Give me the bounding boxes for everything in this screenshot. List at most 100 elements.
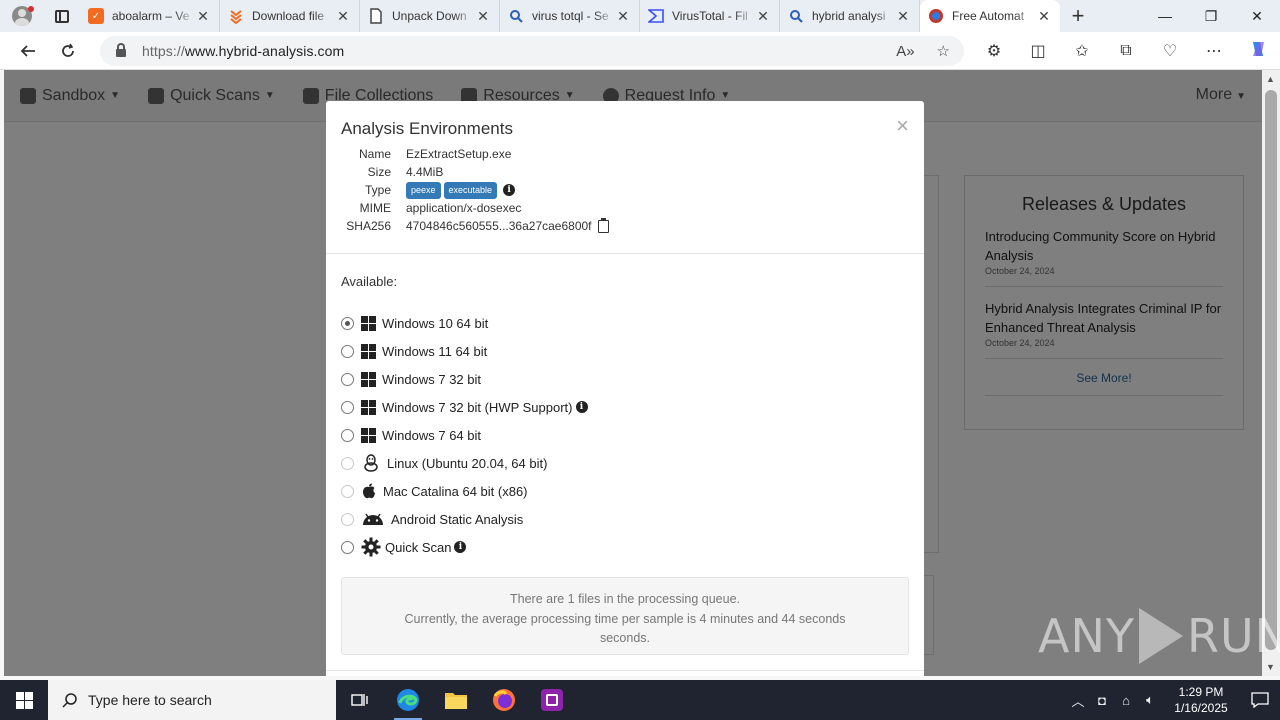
new-tab-button[interactable]: + [1060, 0, 1096, 32]
split-screen-icon[interactable]: ◫ [1016, 41, 1060, 61]
close-tab-icon[interactable]: ✕ [755, 8, 771, 25]
firefox-icon [493, 689, 515, 711]
tab-strip: ✓ aboalarm – Ve ✕ Download file ✕ Unpack… [80, 0, 1060, 32]
taskbar-file-explorer[interactable] [432, 680, 480, 720]
env-quick-scan[interactable]: Quick Scan i [341, 533, 909, 561]
env-windows-7-32[interactable]: Windows 7 32 bit [341, 365, 909, 393]
more-options-icon[interactable]: ⋯ [1192, 41, 1236, 61]
collections-icon[interactable]: ⧉ [1104, 42, 1148, 60]
file-type-row: Type peexe executable i [341, 181, 909, 199]
info-icon[interactable]: i [454, 541, 467, 553]
tab-aboalarm[interactable]: ✓ aboalarm – Ve ✕ [80, 0, 220, 32]
tab-label: Download file [252, 9, 325, 23]
env-windows-10-64[interactable]: Windows 10 64 bit [341, 309, 909, 337]
scroll-up-icon[interactable]: ▲ [1266, 74, 1275, 84]
env-mac-catalina[interactable]: Mac Catalina 64 bit (x86) [341, 477, 909, 505]
browser-essentials-icon[interactable]: ♡ [1148, 41, 1192, 61]
tab-hybrid-analysis-search[interactable]: hybrid analysi ✕ [780, 0, 920, 32]
close-tab-icon[interactable]: ✕ [895, 8, 911, 25]
notification-dot [28, 6, 34, 12]
env-label: Mac Catalina 64 bit (x86) [383, 483, 528, 499]
network-icon[interactable]: ⌂ [1114, 693, 1138, 708]
taskbar-clock[interactable]: 1:29 PM 1/16/2025 [1162, 684, 1240, 716]
profile-button[interactable] [0, 0, 44, 32]
linux-tux-icon [361, 454, 381, 472]
env-radio[interactable] [341, 344, 354, 358]
tab-virustotal[interactable]: VirusTotal - Fil ✕ [640, 0, 780, 32]
available-label: Available: [341, 274, 398, 289]
tab-label: Unpack Down [392, 9, 467, 23]
minimize-button[interactable]: — [1142, 0, 1188, 32]
env-radio[interactable] [341, 372, 354, 386]
tab-free-automated-analysis[interactable]: Free Automat ✕ [920, 0, 1060, 32]
file-name-label: Name [358, 147, 391, 161]
url-text: https://www.hybrid-analysis.com [142, 43, 344, 59]
extensions-icon[interactable]: ⚙ [972, 41, 1016, 61]
lock-icon [116, 43, 126, 57]
taskbar-app[interactable] [528, 680, 576, 720]
page-scrollbar[interactable]: ▲ ▼ [1262, 70, 1280, 676]
file-size-label: Size [367, 165, 391, 179]
file-mime-label: MIME [359, 201, 391, 215]
env-windows-7-64[interactable]: Windows 7 64 bit [341, 421, 909, 449]
info-icon[interactable]: i [503, 184, 516, 196]
env-radio[interactable] [341, 400, 354, 414]
file-info: Name EzExtractSetup.exe Size 4.4MiB Type p… [341, 145, 909, 235]
meet-now-icon[interactable]: ◘ [1090, 693, 1114, 708]
taskbar-edge[interactable] [384, 680, 432, 720]
file-type-label: Type [364, 183, 391, 197]
url-field[interactable]: https://www.hybrid-analysis.com A» ☆ [100, 36, 964, 66]
read-aloud-icon[interactable]: A» [896, 43, 914, 60]
env-radio[interactable] [341, 316, 354, 330]
dialog-body: Available: Windows 10 64 bit Windows 11 … [326, 254, 924, 561]
env-radio [341, 484, 354, 498]
favorite-star-icon[interactable]: ☆ [937, 42, 950, 60]
task-view-button[interactable] [336, 680, 384, 720]
volume-icon[interactable]: 🔈︎ [1138, 692, 1162, 708]
refresh-button[interactable] [48, 32, 88, 70]
tab-unpack-download[interactable]: Unpack Down ✕ [360, 0, 500, 32]
browser-tab-bar: ✓ aboalarm – Ve ✕ Download file ✕ Unpack… [0, 0, 1280, 32]
taskbar-search-box[interactable]: Type here to search [48, 680, 336, 720]
restore-button[interactable]: ❐ [1188, 0, 1234, 32]
close-dialog-button[interactable]: × [896, 115, 909, 137]
start-button[interactable] [0, 680, 48, 720]
env-radio [341, 456, 354, 470]
download-file-icon [228, 8, 244, 24]
file-sha256-row: SHA256 4704846c560555...36a27cae6800f [341, 217, 909, 235]
search-placeholder: Type here to search [88, 692, 212, 708]
close-tab-icon[interactable]: ✕ [195, 8, 211, 25]
copilot-icon[interactable] [1236, 40, 1280, 63]
taskbar-firefox[interactable] [480, 680, 528, 720]
copy-clipboard-icon[interactable] [597, 217, 609, 233]
windows-icon [361, 427, 376, 443]
show-hidden-icons[interactable]: ︿ [1066, 691, 1090, 710]
env-linux-ubuntu[interactable]: Linux (Ubuntu 20.04, 64 bit) [341, 449, 909, 477]
tab-label: aboalarm – Ve [112, 9, 190, 23]
dialog-header: Analysis Environments × Name EzExtractSet… [326, 101, 924, 254]
close-tab-icon[interactable]: ✕ [475, 8, 491, 25]
notifications-button[interactable] [1240, 692, 1280, 708]
close-tab-icon[interactable]: ✕ [615, 8, 631, 25]
close-tab-icon[interactable]: ✕ [335, 8, 351, 25]
env-android-static[interactable]: Android Static Analysis [341, 505, 909, 533]
env-radio[interactable] [341, 540, 354, 554]
url-host: www.hybrid-analysis.com [184, 43, 345, 59]
favorites-icon[interactable]: ✩ [1060, 41, 1104, 61]
env-radio [341, 512, 354, 526]
env-windows-7-32-hwp[interactable]: Windows 7 32 bit (HWP Support) i [341, 393, 909, 421]
tab-download-file[interactable]: Download file ✕ [220, 0, 360, 32]
close-tab-icon[interactable]: ✕ [1036, 8, 1052, 25]
tab-virus-totql-search[interactable]: virus totql - Se ✕ [500, 0, 640, 32]
close-window-button[interactable]: ✕ [1234, 0, 1280, 32]
scrollbar-thumb[interactable] [1265, 90, 1277, 650]
url-action-icons: A» ☆ [896, 36, 950, 66]
document-icon [368, 8, 384, 24]
analysis-environments-dialog: Analysis Environments × Name EzExtractSet… [326, 101, 924, 676]
tab-actions-button[interactable] [44, 0, 80, 32]
env-radio[interactable] [341, 428, 354, 442]
back-button[interactable] [8, 32, 48, 70]
info-icon[interactable]: i [575, 401, 588, 413]
env-windows-11-64[interactable]: Windows 11 64 bit [341, 337, 909, 365]
clock-date: 1/16/2025 [1174, 701, 1228, 715]
